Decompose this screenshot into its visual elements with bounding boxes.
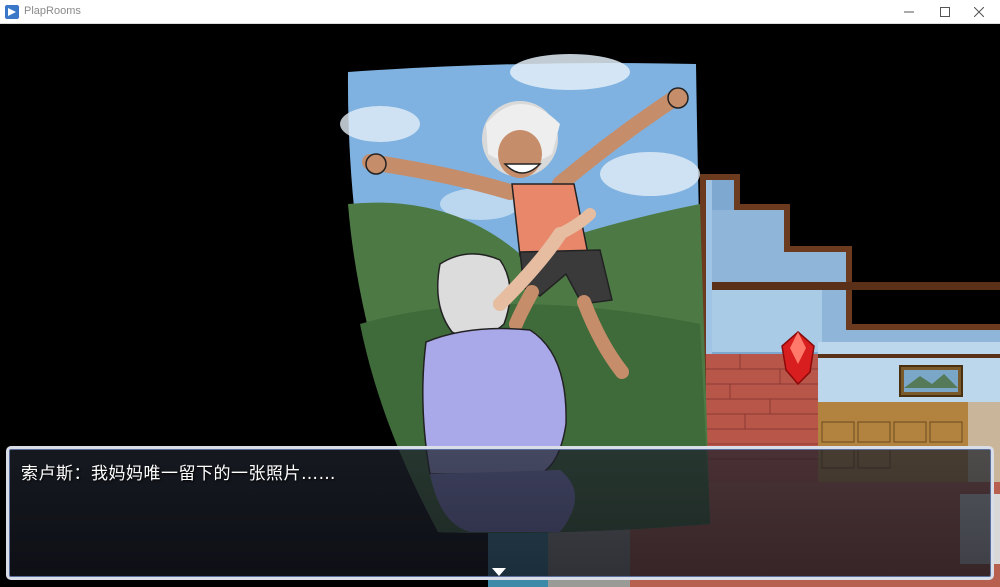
app-icon [5,5,19,19]
close-button[interactable] [964,0,994,24]
window-titlebar: PlapRooms [0,0,1000,24]
message-window[interactable]: 索卢斯：我妈妈唯一留下的一张照片…… [6,446,994,580]
dialog-text: 索卢斯：我妈妈唯一留下的一张照片…… [21,464,336,484]
maximize-icon [940,7,950,17]
minimize-icon [904,11,914,13]
minimize-button[interactable] [894,0,924,24]
game-viewport[interactable]: 索卢斯：我妈妈唯一留下的一张照片…… [0,24,1000,587]
window-title: PlapRooms [24,5,81,17]
triangle-down-icon[interactable] [492,568,506,576]
close-icon [974,7,984,17]
maximize-button[interactable] [930,0,960,24]
